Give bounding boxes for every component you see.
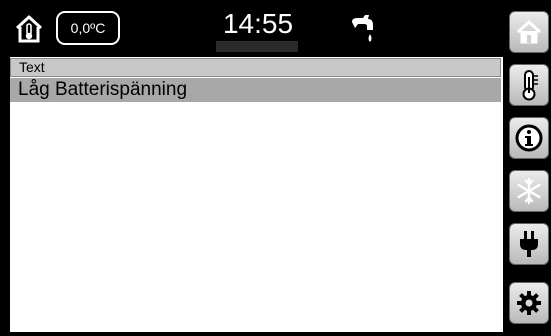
cooling-button[interactable] [509,170,549,212]
temperature-display[interactable]: 0,0ºC [56,11,120,45]
water-tap-icon[interactable] [349,14,377,44]
thermometer-icon [522,70,538,101]
settings-button[interactable] [509,282,549,324]
snowflake-icon [517,177,541,205]
home-icon [516,20,542,44]
temperature-button[interactable] [509,64,549,106]
power-button[interactable] [509,223,549,265]
clock-underbar [216,41,298,52]
temperature-value: 0,0ºC [70,20,106,36]
sidebar [505,0,551,336]
info-icon [515,124,543,152]
gear-icon [517,291,541,315]
home-button[interactable] [509,11,549,53]
column-header-text[interactable]: Text [10,58,501,77]
info-button[interactable] [509,117,549,159]
list-item[interactable]: Låg Batterispänning [10,78,501,102]
power-plug-icon [520,231,538,257]
message-panel: Text Låg Batterispänning [10,57,503,332]
top-bar: 0,0ºC 14:55 [0,0,505,56]
clock: 14:55 [222,8,294,39]
home-thermometer-icon[interactable] [14,14,44,44]
